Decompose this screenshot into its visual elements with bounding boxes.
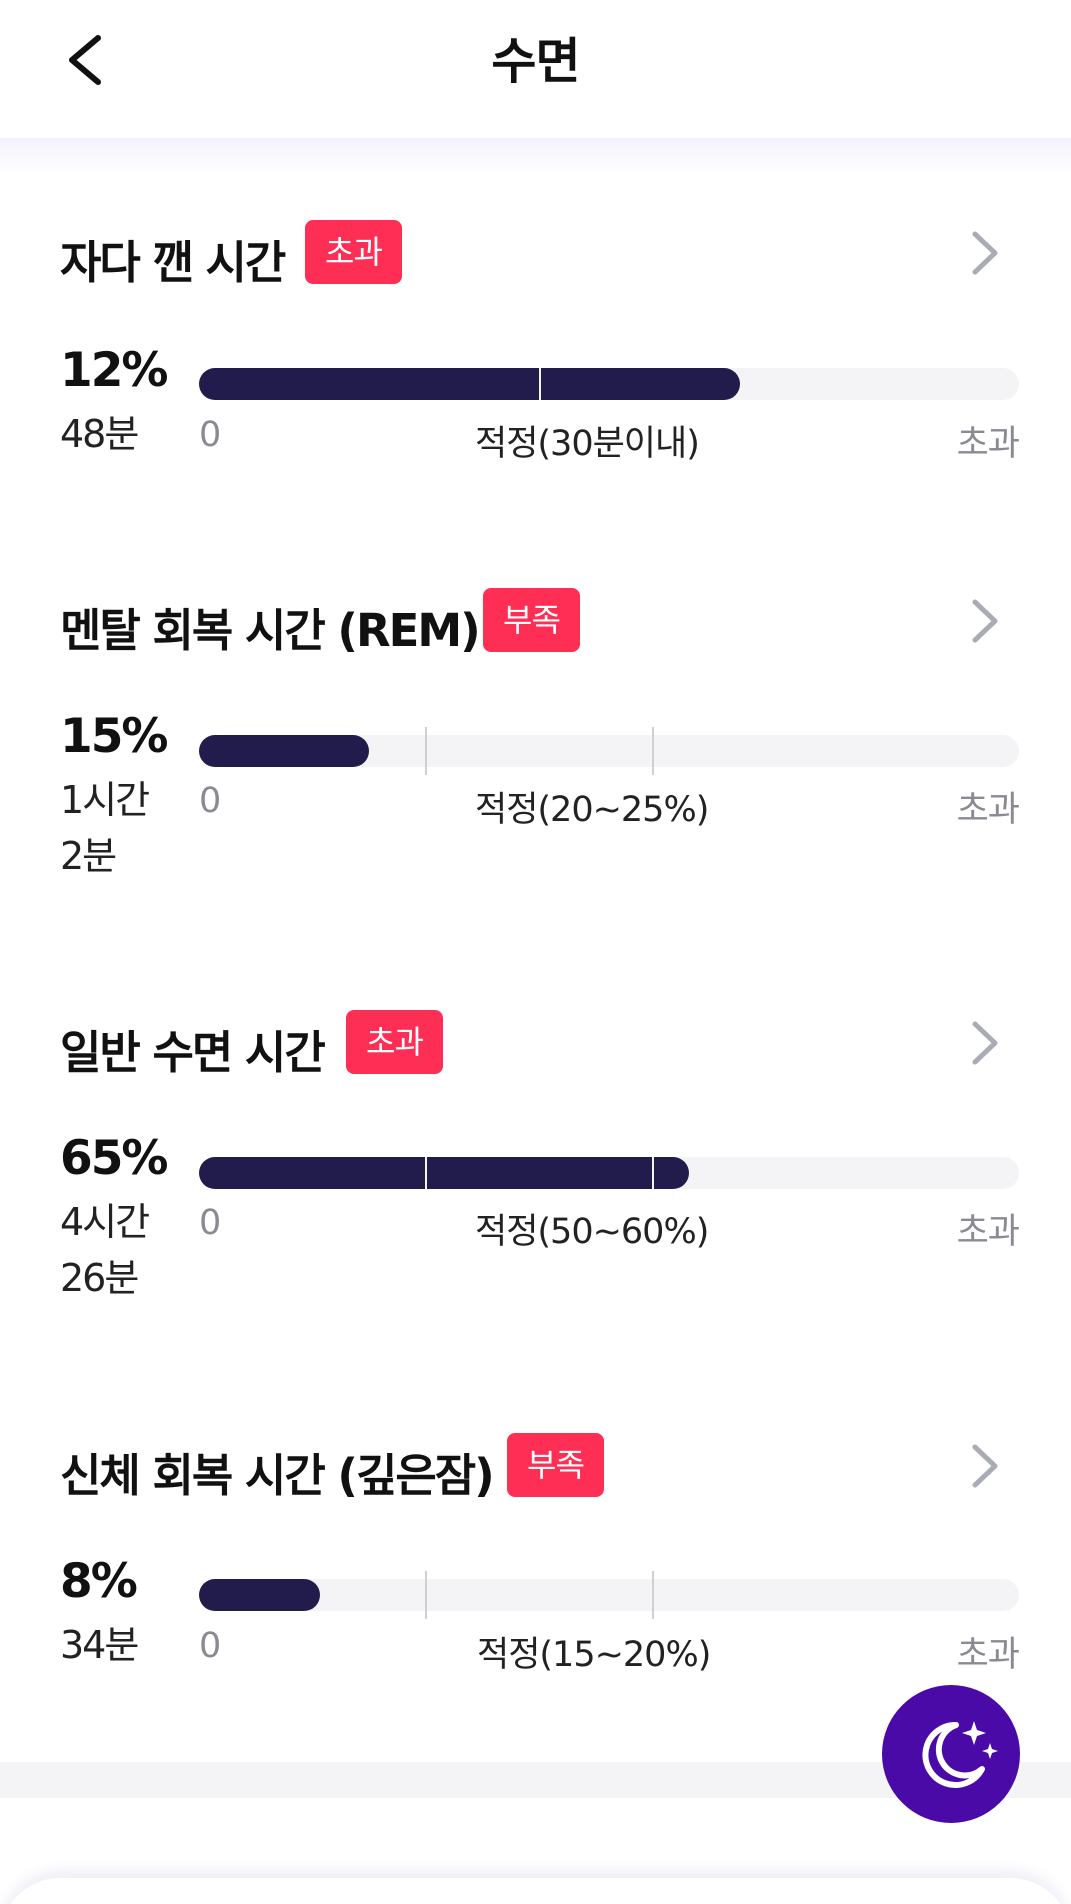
scale-max-label: 초과 <box>956 790 1020 830</box>
chevron-right-icon <box>972 599 998 643</box>
target-range-marker <box>652 727 654 775</box>
section-title: 일반 수면 시간 <box>60 1026 326 1079</box>
section-title: 멘탈 회복 시간 (REM) <box>60 604 481 657</box>
progress-fill <box>199 1579 320 1611</box>
progress-bar <box>199 727 1019 775</box>
percent-value: 15% <box>60 709 168 764</box>
scale-max-label: 초과 <box>956 1635 1020 1675</box>
section-title: 신체 회복 시간 (깊은잠) <box>60 1449 495 1502</box>
scale-min-label: 0 <box>199 1626 221 1666</box>
top-bar: 수면 <box>0 0 1071 138</box>
section-header[interactable]: 멘탈 회복 시간 (REM) 부족 <box>60 588 1041 657</box>
target-range-marker <box>425 727 427 775</box>
header-divider <box>0 138 1071 174</box>
section-header[interactable]: 일반 수면 시간 초과 <box>60 1010 1041 1079</box>
percent-value: 65% <box>60 1131 168 1186</box>
progress-bar <box>199 368 1019 400</box>
progress-fill <box>199 735 369 767</box>
bottom-card <box>0 1878 1071 1904</box>
scale-target-label: 적정(15~20%) <box>477 1635 711 1675</box>
scale-target-label: 적정(50~60%) <box>475 1212 709 1252</box>
scale-target-label: 적정(30분이내) <box>475 424 700 464</box>
moon-stars-icon <box>922 1721 998 1788</box>
status-badge: 부족 <box>483 588 580 652</box>
target-range-marker <box>652 1571 654 1619</box>
chevron-right-icon <box>972 1444 998 1488</box>
scale-min-label: 0 <box>199 1203 221 1243</box>
section-light-sleep-time: 일반 수면 시간 초과 65% 4시간 26분 0 적정(50~60%) 초과 <box>0 1010 1071 1330</box>
target-range-marker <box>652 1157 654 1189</box>
percent-value: 8% <box>60 1554 138 1609</box>
scale-target-label: 적정(20~25%) <box>475 790 709 830</box>
duration-value: 34분 <box>60 1623 139 1667</box>
section-header[interactable]: 자다 깬 시간 초과 <box>60 220 1041 289</box>
progress-bar <box>199 1157 1019 1189</box>
section-title: 자다 깬 시간 <box>60 236 286 289</box>
scale-min-label: 0 <box>199 781 221 821</box>
progress-fill <box>199 1157 689 1189</box>
progress-bar <box>199 1571 1019 1619</box>
section-rem-time: 멘탈 회복 시간 (REM) 부족 15% 1시간 2분 0 적정(20~25%… <box>0 588 1071 908</box>
target-range-marker <box>539 368 541 400</box>
sleep-screen: 수면 자다 깬 시간 초과 12% 48분 0 적정(30분이내) 초과 멘탈 … <box>0 0 1071 1904</box>
page-title: 수면 <box>491 33 580 90</box>
status-badge: 초과 <box>346 1010 443 1074</box>
chevron-right-icon <box>972 1021 998 1065</box>
scale-max-label: 초과 <box>956 1212 1020 1252</box>
target-range-marker <box>425 1571 427 1619</box>
status-badge: 부족 <box>507 1433 604 1497</box>
progress-fill <box>199 368 740 400</box>
scale-min-label: 0 <box>199 415 221 455</box>
section-awake-time: 자다 깬 시간 초과 12% 48분 0 적정(30분이내) 초과 <box>0 220 1071 540</box>
percent-value: 12% <box>60 343 168 398</box>
status-badge: 초과 <box>305 220 402 284</box>
duration-value: 48분 <box>60 412 139 456</box>
duration-value: 1시간 2분 <box>60 778 150 878</box>
target-range-marker <box>425 1157 427 1189</box>
sleep-mode-button[interactable] <box>882 1685 1020 1823</box>
chevron-right-icon <box>972 231 998 275</box>
section-header[interactable]: 신체 회복 시간 (깊은잠) 부족 <box>60 1433 1041 1502</box>
scale-max-label: 초과 <box>956 424 1020 464</box>
duration-value: 4시간 26분 <box>60 1200 150 1300</box>
